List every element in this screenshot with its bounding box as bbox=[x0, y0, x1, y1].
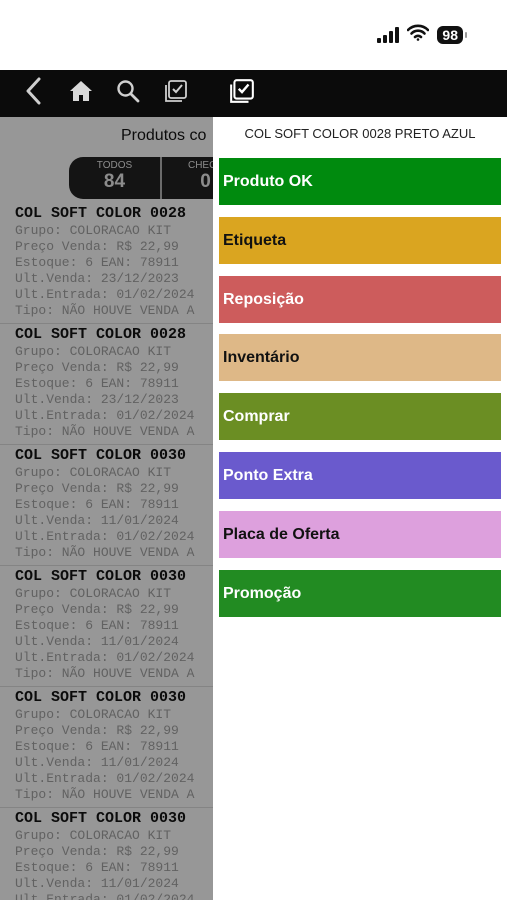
action-label: Reposição bbox=[223, 290, 304, 308]
etiqueta-button[interactable]: Etiqueta bbox=[219, 217, 501, 264]
home-icon bbox=[69, 80, 93, 107]
signal-icon bbox=[377, 27, 400, 43]
back-button[interactable] bbox=[18, 70, 48, 117]
ponto-extra-button[interactable]: Ponto Extra bbox=[219, 452, 501, 499]
action-label: Produto OK bbox=[223, 172, 313, 190]
placa-de-oferta-button[interactable]: Placa de Oferta bbox=[219, 511, 501, 558]
action-label: Inventário bbox=[223, 348, 300, 366]
comprar-button[interactable]: Comprar bbox=[219, 393, 501, 440]
checklist-icon bbox=[229, 78, 255, 109]
produto-ok-button[interactable]: Produto OK bbox=[219, 158, 501, 205]
battery-indicator: 98 bbox=[437, 26, 467, 44]
home-button[interactable] bbox=[68, 70, 94, 117]
promocao-button[interactable]: Promoção bbox=[219, 570, 501, 617]
dim-overlay[interactable] bbox=[0, 117, 213, 900]
wifi-icon bbox=[407, 24, 430, 46]
drawer-checklist-button[interactable] bbox=[228, 70, 256, 117]
action-label: Promoção bbox=[223, 584, 302, 602]
action-label: Etiqueta bbox=[223, 231, 287, 249]
chevron-left-icon bbox=[24, 77, 42, 110]
reposicao-button[interactable]: Reposição bbox=[219, 276, 501, 323]
status-bar: 98 bbox=[0, 0, 507, 70]
search-icon bbox=[116, 79, 140, 108]
action-label: Ponto Extra bbox=[223, 466, 313, 484]
search-button[interactable] bbox=[115, 70, 141, 117]
checklist-button[interactable] bbox=[163, 70, 189, 117]
drawer-title: COL SOFT COLOR 0028 PRETO AZUL bbox=[244, 126, 476, 141]
checklist-icon bbox=[164, 79, 188, 108]
inventario-button[interactable]: Inventário bbox=[219, 334, 501, 381]
toolbar bbox=[0, 70, 507, 117]
action-label: Placa de Oferta bbox=[223, 525, 340, 543]
action-drawer: COL SOFT COLOR 0028 PRETO AZUL Produto O… bbox=[213, 117, 507, 900]
status-icons: 98 bbox=[377, 24, 467, 46]
action-label: Comprar bbox=[223, 407, 290, 425]
